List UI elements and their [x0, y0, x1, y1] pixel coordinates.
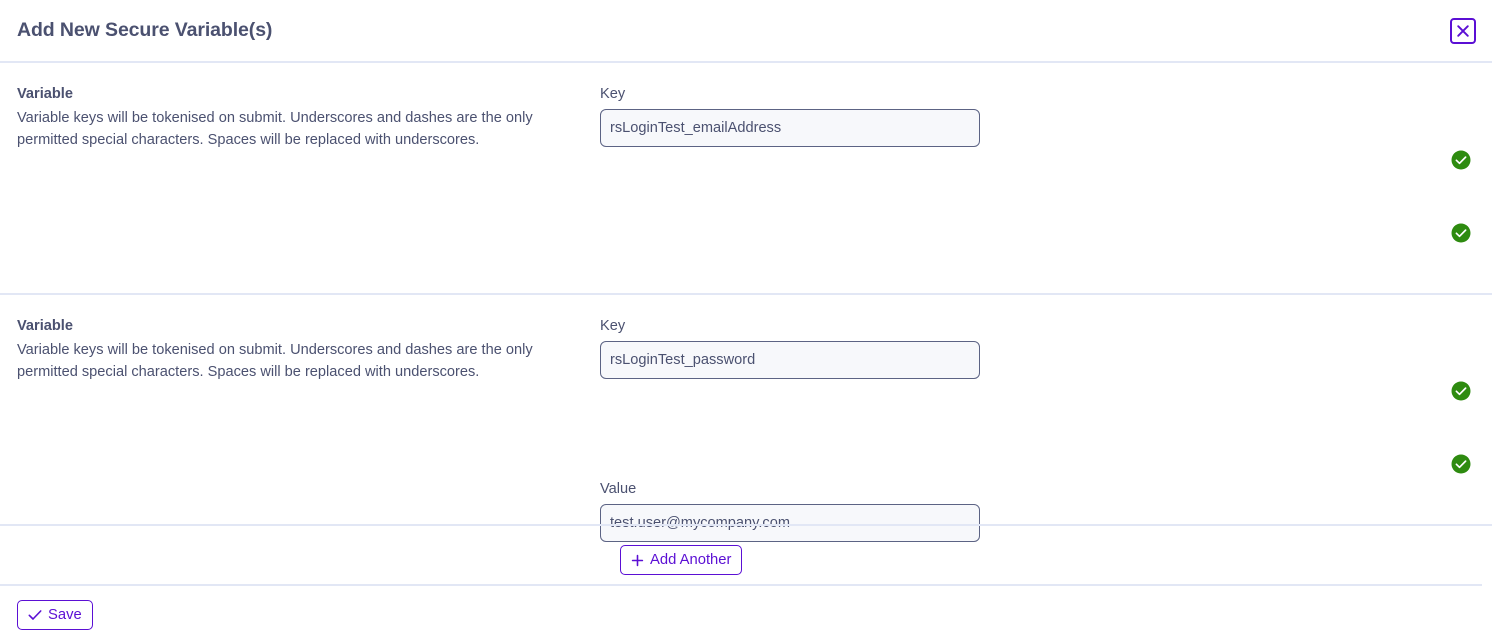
- value-valid-status-icon: [1451, 223, 1471, 243]
- page-title: Add New Secure Variable(s): [17, 18, 273, 41]
- section-heading: Variable: [17, 317, 73, 334]
- key-valid-status-icon: [1451, 381, 1471, 401]
- close-button[interactable]: [1450, 17, 1476, 44]
- dialog-header: Add New Secure Variable(s): [0, 0, 1492, 63]
- dialog-body: Variable Variable keys will be tokenised…: [0, 63, 1492, 630]
- variable-section: Variable Variable keys will be tokenised…: [0, 63, 1492, 543]
- key-field-block: Key: [600, 316, 980, 630]
- key-input[interactable]: [600, 340, 980, 379]
- save-label: Save: [48, 607, 82, 623]
- key-label: Key: [600, 317, 626, 334]
- key-valid-status-icon: [1451, 150, 1471, 170]
- section-description: Variable keys will be tokenised on submi…: [17, 110, 533, 149]
- variable-section: Variable Variable keys will be tokenised…: [0, 295, 1492, 526]
- add-secure-variables-dialog: Add New Secure Variable(s) Variable Vari…: [0, 0, 1492, 630]
- section-description: Variable keys will be tokenised on submi…: [17, 341, 533, 380]
- variable-fields: Key Value: [600, 315, 1492, 630]
- variable-section-info: Variable Variable keys will be tokenised…: [0, 315, 600, 384]
- close-x-icon: [1455, 23, 1471, 39]
- key-input[interactable]: [600, 109, 980, 148]
- key-label: Key: [600, 86, 626, 102]
- section-heading: Variable: [17, 86, 73, 102]
- variable-section-info: Variable Variable keys will be tokenised…: [0, 83, 600, 152]
- save-button[interactable]: Save: [17, 600, 93, 630]
- check-icon: [28, 609, 42, 621]
- value-valid-status-icon: [1451, 454, 1471, 474]
